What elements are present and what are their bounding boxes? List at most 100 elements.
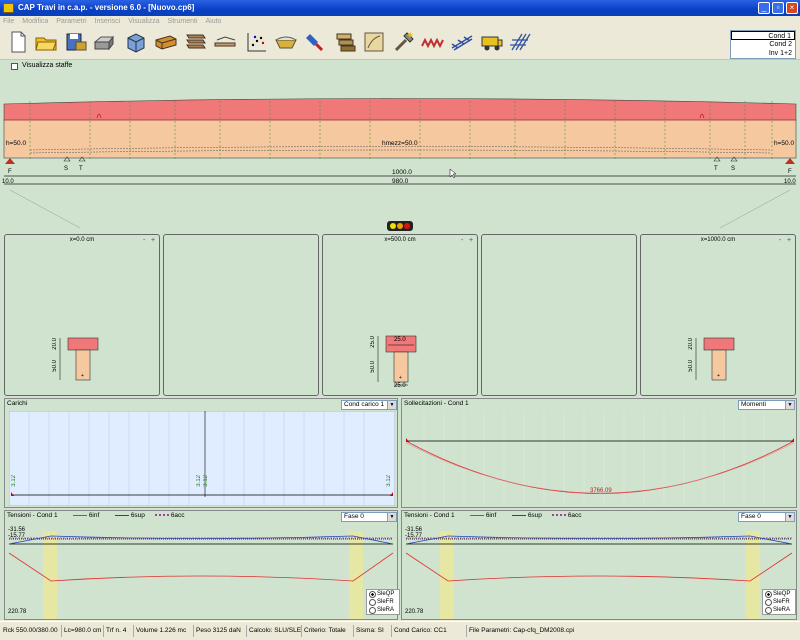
- section-stack-icon[interactable]: [184, 30, 208, 54]
- beam-h-mid: hmezz=50.0: [382, 140, 418, 147]
- legend-sup: 6sup: [115, 512, 145, 519]
- show-stirrups-checkbox[interactable]: [11, 63, 18, 70]
- paint-icon[interactable]: [304, 30, 328, 54]
- loads-chart: [9, 411, 395, 506]
- condition-list[interactable]: Cond 1 Cond 2 Inv 1+2: [730, 30, 796, 59]
- tension-panel-left: Tensioni - Cond 1 6inf 6sup 6acc Fase 0 ▼…: [4, 510, 400, 620]
- support-right-icon: [785, 158, 795, 164]
- end-right-label: 10.0: [784, 179, 796, 185]
- truss-icon[interactable]: [450, 30, 474, 54]
- grid-structure-icon[interactable]: [508, 30, 532, 54]
- stresses-title: Sollecitazioni - Cond 1: [404, 400, 469, 407]
- support-left-icon: [5, 158, 15, 164]
- open-folder-icon[interactable]: [34, 30, 58, 54]
- print-icon[interactable]: [92, 30, 116, 54]
- menu-aiuto[interactable]: Aiuto: [202, 16, 224, 27]
- section-panel-2[interactable]: [163, 234, 319, 396]
- zoom-in-button[interactable]: +: [151, 237, 155, 244]
- legend-acc: 6acc: [155, 512, 185, 519]
- status-volume: Volume 1.226 mc: [133, 625, 186, 637]
- menu-visualizza[interactable]: Visualizza: [125, 16, 162, 27]
- new-file-icon[interactable]: [6, 30, 30, 54]
- menu-bar: File Modifica Parametri Inserisci Visual…: [0, 16, 800, 27]
- legend-inf: 6inf: [470, 512, 496, 519]
- section-panel-5[interactable]: x=1000.0 cm - + + 20.0 50.0: [640, 234, 796, 396]
- mark-right-s: S: [731, 166, 735, 172]
- zoom-out-button[interactable]: -: [143, 237, 145, 244]
- section-panel-3[interactable]: x=500.0 cm - + + 25.0 25.0 25.0 50.0: [322, 234, 478, 396]
- load-condition-value: Cond carico 1: [344, 401, 385, 408]
- menu-parametri[interactable]: Parametri: [53, 16, 89, 27]
- zoom-out-button[interactable]: -: [779, 237, 781, 244]
- bowl-icon[interactable]: [274, 30, 298, 54]
- zoom-out-button[interactable]: -: [461, 237, 463, 244]
- phase-select[interactable]: Fase 0 ▼: [341, 512, 397, 522]
- section-panel-1[interactable]: x=0.0 cm - + + 20.0 50.0: [4, 234, 160, 396]
- app-icon: [3, 3, 14, 13]
- zoom-in-button[interactable]: +: [469, 237, 473, 244]
- section-panel-4[interactable]: [481, 234, 637, 396]
- chevron-down-icon: ▼: [387, 401, 396, 409]
- beam-section-icon[interactable]: [154, 30, 178, 54]
- status-cond: Cond Carico: CC1: [391, 625, 447, 637]
- window-title: CAP Travi in c.a.p. - versione 6.0 - [Nu…: [18, 3, 195, 12]
- loads-panel: Carichi Cond carico 1 ▼ 3.12 3.12 3.12 3.…: [4, 398, 398, 508]
- status-lc: Lc=980.0 cm: [61, 625, 101, 637]
- stress-type-select[interactable]: Momenti ▼: [738, 400, 795, 410]
- mark-left-t: T: [79, 166, 83, 172]
- menu-inserisci[interactable]: Inserisci: [92, 16, 124, 27]
- sle-radio-group[interactable]: SleQP SleFR SleRA: [762, 589, 796, 615]
- radio-sleqp[interactable]: SleQP: [763, 590, 795, 598]
- dim-flange: 20.0: [52, 338, 58, 350]
- mark-left-s: S: [64, 166, 68, 172]
- support-right-label: F: [788, 169, 792, 175]
- chevron-down-icon: ▼: [387, 513, 396, 521]
- truck-icon[interactable]: [480, 30, 504, 54]
- sle-radio-group[interactable]: SleQP SleFR SleRA: [366, 589, 400, 615]
- load-label: 3.12: [196, 475, 202, 487]
- status-trf: Trf n. 4: [103, 625, 126, 637]
- condition-item[interactable]: Inv 1+2: [731, 49, 795, 58]
- spring-icon[interactable]: [420, 30, 444, 54]
- chevron-down-icon: ▼: [785, 401, 794, 409]
- stack-icon[interactable]: [334, 30, 358, 54]
- dim-top: 25.0: [394, 337, 406, 343]
- box-3d-icon[interactable]: [124, 30, 148, 54]
- menu-strumenti[interactable]: Strumenti: [165, 16, 201, 27]
- wand-hammer-icon[interactable]: [392, 30, 416, 54]
- mark-right-t: T: [714, 166, 718, 172]
- status-peso: Peso 3125 daN: [193, 625, 241, 637]
- legend-acc: 6acc: [552, 512, 582, 519]
- save-icon[interactable]: [64, 30, 88, 54]
- traffic-light-icon[interactable]: [387, 221, 413, 231]
- radio-sleqp[interactable]: SleQP: [367, 590, 399, 598]
- condition-item[interactable]: Cond 2: [731, 40, 795, 49]
- menu-modifica[interactable]: Modifica: [19, 16, 51, 27]
- y-bottom-label: 220.78: [405, 609, 424, 615]
- scatter-grid-icon[interactable]: [245, 30, 269, 54]
- maximize-button[interactable]: ▫: [772, 2, 784, 14]
- legend-inf: 6inf: [73, 512, 99, 519]
- radio-slera[interactable]: SleRA: [367, 606, 399, 614]
- tension-panel-right: Tensioni - Cond 1 6inf 6sup 6acc Fase 0 ▼…: [401, 510, 797, 620]
- minimize-button[interactable]: _: [758, 2, 770, 14]
- close-button[interactable]: ×: [786, 2, 798, 14]
- mouse-cursor-icon: [449, 168, 457, 179]
- menu-file[interactable]: File: [0, 16, 17, 27]
- y-bottom-label: 220.78: [8, 609, 27, 615]
- map-icon[interactable]: [362, 30, 386, 54]
- load-condition-select[interactable]: Cond carico 1 ▼: [341, 400, 397, 410]
- stresses-panel: Sollecitazioni - Cond 1 Momenti ▼ 3766.09: [401, 398, 797, 508]
- dim-web: 50.0: [370, 361, 376, 373]
- legend-sup: 6sup: [512, 512, 542, 519]
- radio-slera[interactable]: SleRA: [763, 606, 795, 614]
- section-title: x=0.0 cm: [69, 237, 95, 243]
- radio-slefr[interactable]: SleFR: [763, 598, 795, 606]
- condition-item[interactable]: Cond 1: [731, 31, 795, 40]
- beam-ruler-icon[interactable]: [213, 30, 237, 54]
- phase-select[interactable]: Fase 0 ▼: [738, 512, 795, 522]
- moment-max-label: 3766.09: [590, 488, 612, 494]
- total-length-label: 1000.0: [392, 169, 412, 176]
- zoom-in-button[interactable]: +: [787, 237, 791, 244]
- radio-slefr[interactable]: SleFR: [367, 598, 399, 606]
